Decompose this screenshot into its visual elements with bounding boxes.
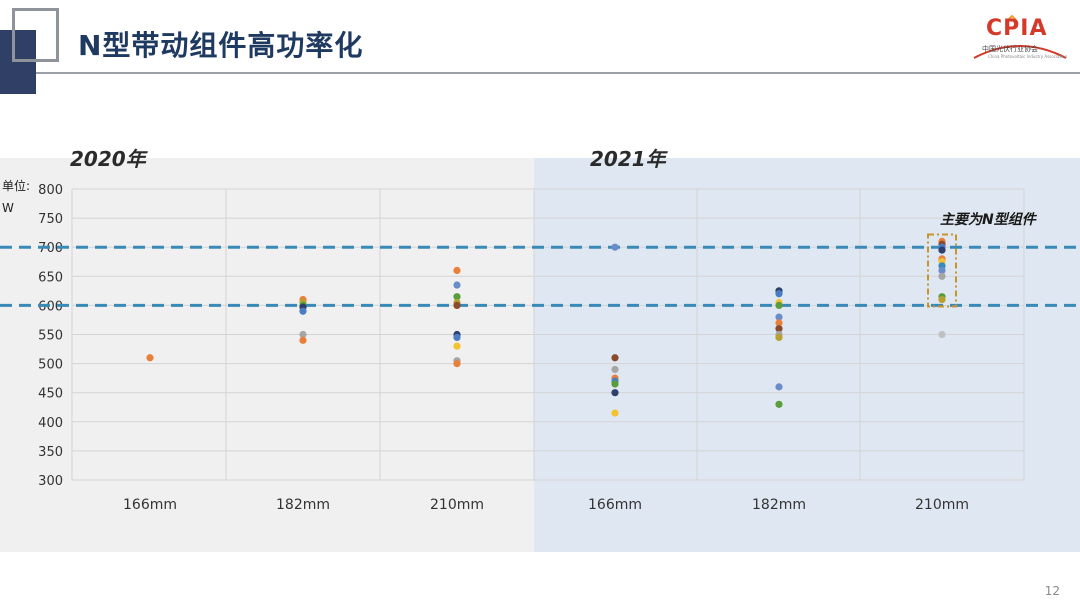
y-tick-label: 350	[38, 445, 63, 460]
y-tick-label: 500	[38, 358, 63, 373]
x-category-label: 182mm	[752, 497, 806, 513]
data-point	[611, 389, 619, 397]
data-point	[299, 307, 307, 315]
y-tick-label: 450	[38, 387, 63, 402]
y-tick-label: 750	[38, 212, 63, 227]
y-tick-label: 650	[38, 270, 63, 285]
unit-label: W	[2, 201, 14, 215]
data-point	[453, 266, 461, 275]
period-label: 2021年	[590, 147, 669, 171]
period-label: 2020年	[70, 147, 149, 171]
data-point	[938, 295, 946, 304]
y-tick-label: 550	[38, 329, 63, 344]
data-point	[611, 354, 619, 362]
data-point	[938, 272, 946, 280]
x-category-label: 210mm	[430, 497, 484, 513]
scatter-chart: 2020年 2021年300350400450500550600650700750…	[0, 147, 1080, 552]
data-point	[775, 301, 783, 309]
data-point	[775, 383, 783, 391]
data-point	[299, 336, 307, 344]
data-point	[611, 365, 619, 374]
y-tick-label: 800	[38, 183, 63, 198]
data-point	[453, 360, 461, 368]
data-point	[146, 354, 154, 362]
data-point	[453, 342, 461, 350]
annotation-label: 主要为N型组件	[940, 211, 1038, 228]
x-category-label: 182mm	[276, 497, 330, 513]
x-category-label: 166mm	[588, 497, 642, 513]
page-number: 12	[1044, 584, 1060, 598]
unit-label: 单位:	[2, 178, 30, 193]
data-point	[611, 243, 619, 251]
data-point	[453, 301, 461, 309]
data-point	[775, 290, 783, 298]
data-point	[611, 380, 619, 388]
data-point	[453, 281, 461, 289]
data-point	[453, 333, 461, 342]
period-background-2020	[0, 158, 534, 552]
data-point	[775, 333, 783, 342]
data-point	[611, 409, 619, 417]
y-tick-label: 400	[38, 416, 63, 431]
data-point	[938, 246, 946, 254]
data-point	[775, 400, 783, 408]
x-category-label: 166mm	[123, 497, 177, 513]
data-point	[938, 330, 946, 339]
y-tick-label: 700	[38, 241, 63, 256]
x-category-label: 210mm	[915, 497, 969, 513]
y-tick-label: 300	[38, 474, 63, 489]
